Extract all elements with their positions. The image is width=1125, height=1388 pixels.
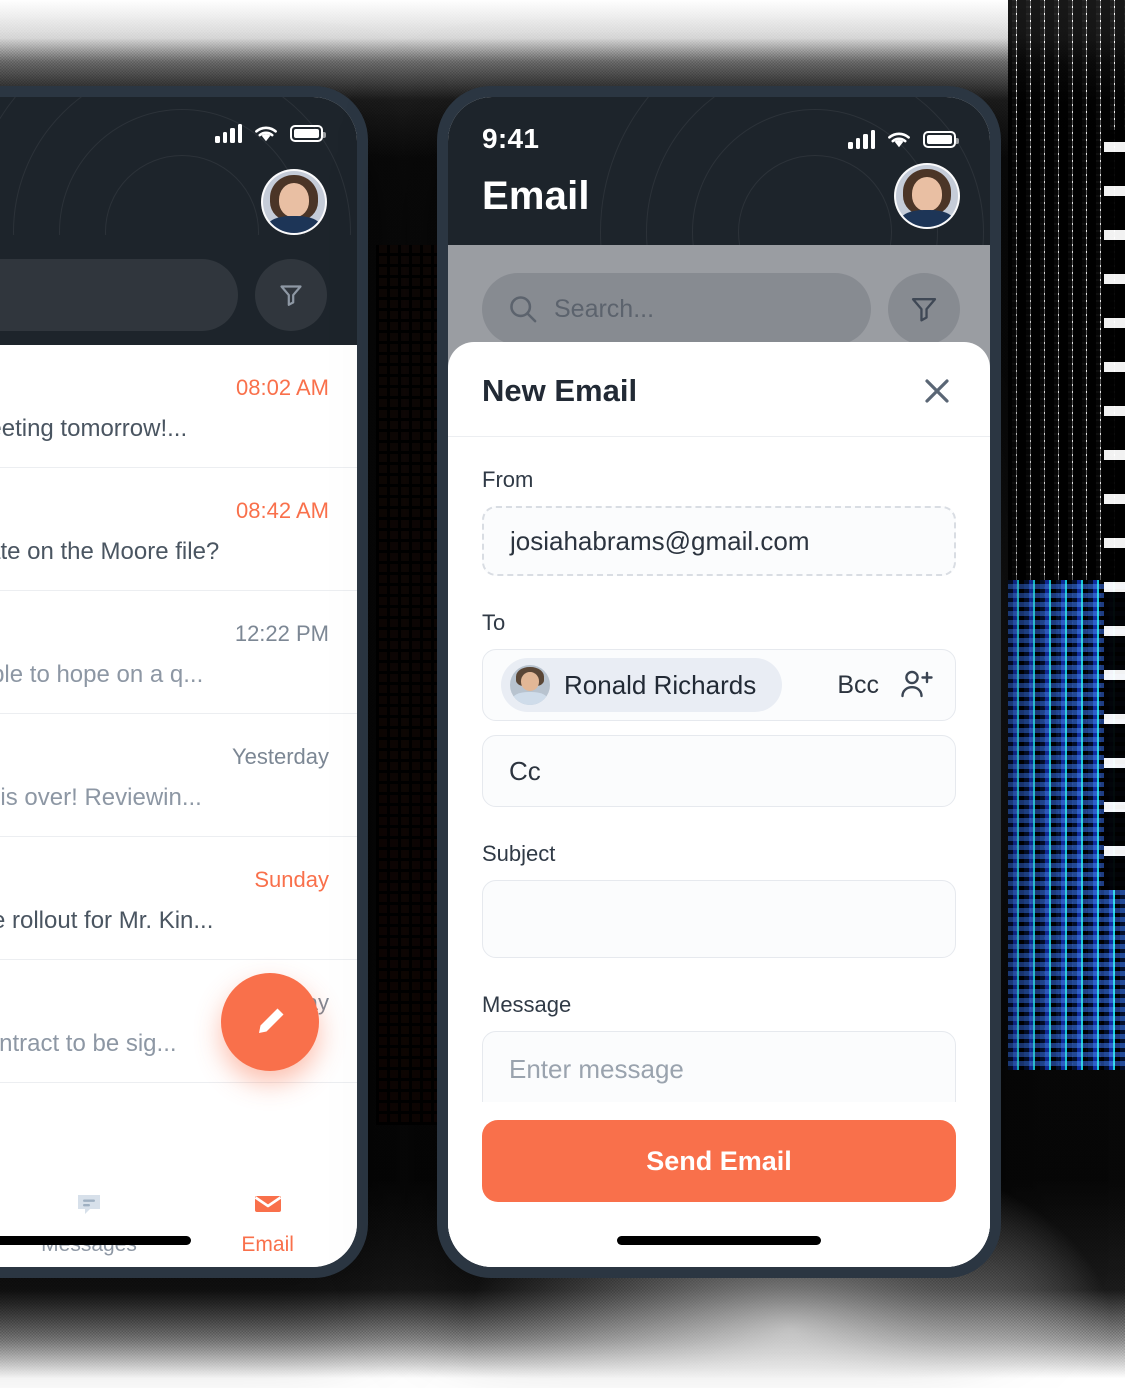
cc-field[interactable]: Cc [482,735,956,807]
table-row[interactable]: Murphy Yesterday for sending this over! … [0,714,357,837]
search-input[interactable] [0,259,238,331]
table-row[interactable]: Richards 08:02 AM forward to meeting tom… [0,345,357,468]
send-email-button[interactable]: Send Email [482,1120,956,1202]
left-dark-header [0,97,357,345]
tab-messages[interactable]: Messages [0,1186,178,1257]
to-label: To [482,610,506,635]
compose-pencil-icon [259,1008,284,1033]
compose-button[interactable] [221,973,319,1071]
search-icon [510,296,537,323]
right-phone-screen: 9:41 Email Search... New Email From josi… [448,97,990,1267]
table-row[interactable]: Howard 12:22 PM re you available to hope… [0,591,357,714]
from-value: josiahabrams@gmail.com [510,525,810,556]
left-search-row [0,235,357,345]
add-person-icon[interactable] [899,668,935,702]
left-phone-mockup: Richards 08:02 AM forward to meeting tom… [0,86,368,1278]
message-label: Message [482,992,572,1017]
tab-label: Email [241,1233,294,1256]
message-icon [78,1195,100,1214]
home-indicator [617,1236,821,1245]
recipient-name: Ronald Richards [564,669,757,700]
table-row[interactable]: Wilson Sunday he ETA on the rollout for … [0,837,357,960]
envelope-icon [254,1196,281,1212]
table-row[interactable]: Miles 08:42 AM have an update on the Moo… [0,468,357,591]
status-icons [848,129,959,149]
close-icon[interactable] [918,372,956,410]
right-status-bar: 9:41 [448,97,990,155]
email-preview: forward to meeting tomorrow!... [0,415,188,442]
email-time: Sunday [254,867,329,892]
filter-button[interactable] [888,273,960,345]
left-email-list: Richards 08:02 AM forward to meeting tom… [0,345,357,1083]
tab-email[interactable]: Email [178,1186,357,1257]
email-time: 12:22 PM [234,621,329,646]
to-field[interactable]: Ronald Richards Bcc [482,649,956,721]
bottom-tab-bar: Calls Messages Email [0,1168,357,1267]
modal-header: New Email [448,342,990,437]
status-icons [215,123,326,143]
cc-value: Cc [509,755,541,786]
cellular-bars-icon [215,123,242,143]
recipient-chip[interactable]: Ronald Richards [501,658,783,712]
home-indicator [0,1236,191,1245]
search-placeholder-text: Search... [554,294,655,323]
right-phone-mockup: 9:41 Email Search... New Email From josi… [437,86,1001,1278]
subject-field[interactable] [482,880,956,958]
modal-body: From josiahabrams@gmail.com To Ronald Ri… [448,437,990,1102]
battery-icon [923,130,959,148]
filter-button[interactable] [255,259,327,331]
left-phone-screen: Richards 08:02 AM forward to meeting tom… [0,97,357,1267]
new-email-modal: New Email From josiahabrams@gmail.com To [448,342,990,1267]
email-time: 08:02 AM [236,375,329,400]
screenshot-scene: Richards 08:02 AM forward to meeting tom… [0,0,1125,1388]
avatar[interactable] [261,169,327,235]
filter-icon [911,298,937,322]
email-time: 08:42 AM [236,498,329,523]
left-status-bar [0,97,357,143]
email-time: Yesterday [231,744,329,769]
from-field[interactable]: josiahabrams@gmail.com [482,506,956,576]
modal-title: New Email [482,373,638,408]
from-label: From [482,467,534,492]
cellular-bars-icon [848,129,875,149]
modal-footer: Send Email [448,1102,990,1267]
bcc-button[interactable]: Bcc [837,671,879,700]
contact-avatar [510,665,550,705]
glitch-bars [1104,130,1125,890]
wifi-icon [255,126,277,141]
filter-icon [280,285,302,306]
right-header-row: Email [448,155,990,229]
email-preview: he ETA on the rollout for Mr. Kin... [0,907,214,934]
right-dark-header: 9:41 Email [448,97,990,245]
decorative-glitch-column [1008,0,1125,1070]
search-input[interactable]: Search... [482,273,871,345]
left-header-row [0,143,357,235]
subject-label: Subject [482,841,556,866]
battery-icon [290,124,326,142]
message-placeholder-text: Enter message [509,1054,684,1084]
message-field[interactable]: Enter message [482,1031,956,1102]
email-preview: for sending this over! Reviewin... [0,784,202,811]
status-time: 9:41 [482,123,540,154]
email-preview: re you available to hope on a q... [0,661,204,688]
avatar[interactable] [894,163,960,229]
email-preview: have an update on the Moore file? [0,538,220,565]
page-title: Email [482,173,590,218]
to-actions: Bcc [837,668,935,702]
wifi-icon [888,132,910,147]
